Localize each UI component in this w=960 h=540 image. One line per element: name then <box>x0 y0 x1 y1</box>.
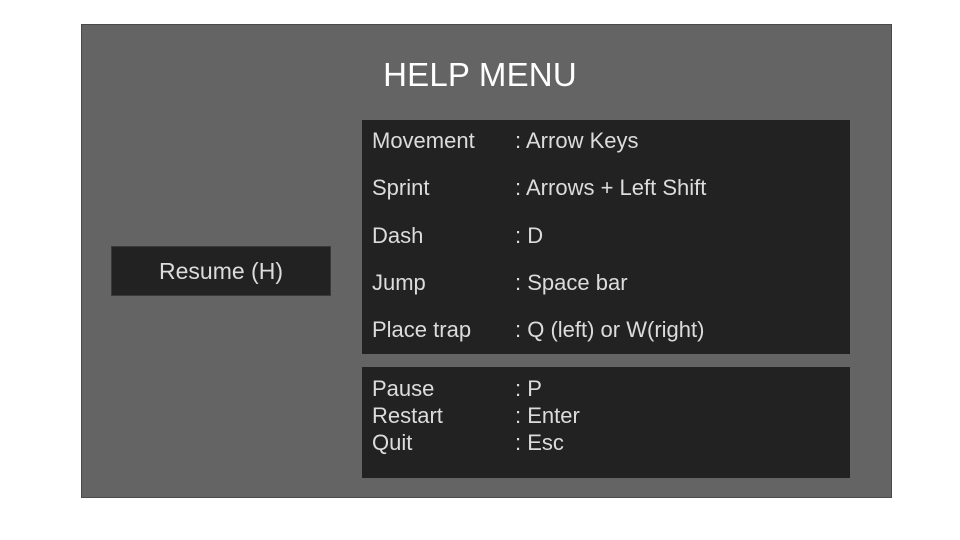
control-binding: : P <box>515 376 542 401</box>
controls-panel: Movement : Arrow Keys Sprint : Arrows + … <box>362 120 850 354</box>
control-binding: : Arrow Keys <box>515 128 639 153</box>
system-controls-panel: Pause : P Restart : Enter Quit : Esc <box>362 367 850 478</box>
control-action: Pause <box>372 376 435 401</box>
control-action: Jump <box>372 270 426 295</box>
control-action: Quit <box>372 430 413 455</box>
control-action: Dash <box>372 223 424 248</box>
control-action: Sprint <box>372 175 430 200</box>
resume-button[interactable]: Resume (H) <box>111 246 331 296</box>
control-binding: : Q (left) or W(right) <box>515 317 705 342</box>
control-action: Place trap <box>372 317 472 342</box>
control-binding: : Enter <box>515 403 580 428</box>
control-binding: : Esc <box>515 430 564 455</box>
control-binding: : D <box>515 223 544 248</box>
help-menu-title: HELP MENU <box>383 56 577 93</box>
control-binding: : Space bar <box>515 270 628 295</box>
control-binding: : Arrows + Left Shift <box>515 175 707 200</box>
control-action: Movement <box>372 128 475 153</box>
control-action: Restart <box>372 403 443 428</box>
help-menu-screen: HELP MENU Resume (H) Movement : Arrow Ke… <box>81 24 892 498</box>
